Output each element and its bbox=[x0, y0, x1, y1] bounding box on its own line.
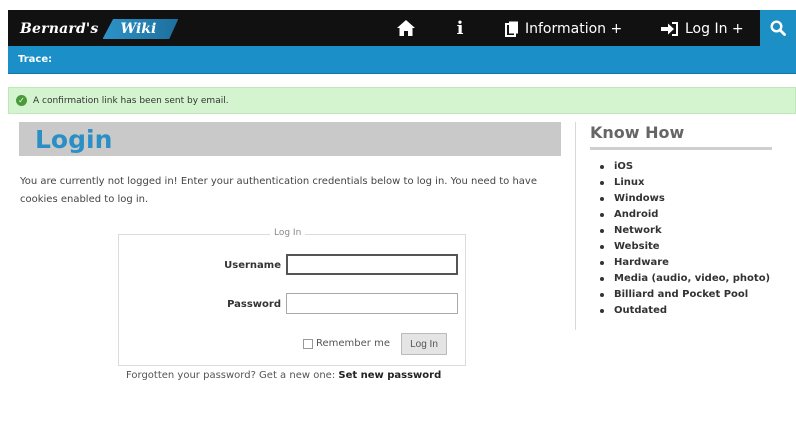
sidebar-item-label: Android bbox=[614, 209, 659, 220]
nav-login-menu[interactable]: Log In + bbox=[661, 18, 744, 40]
sidebar-item-ios[interactable]: iOS bbox=[600, 159, 770, 175]
login-intro-text: You are currently not logged in! Enter y… bbox=[20, 176, 537, 205]
sidebar-item-label: Media (audio, video, photo) bbox=[614, 273, 771, 284]
bullet-icon bbox=[600, 309, 604, 313]
site-logo[interactable]: Bernard's Wiki bbox=[20, 17, 179, 41]
breadcrumb-trace-bar: Trace: bbox=[8, 46, 796, 74]
sidebar-item-linux[interactable]: Linux bbox=[600, 175, 770, 191]
sidebar-item-android[interactable]: Android bbox=[600, 207, 770, 223]
forgot-password-text: Forgotten your password? Get a new one: bbox=[126, 370, 336, 381]
sidebar-item-windows[interactable]: Windows bbox=[600, 191, 770, 207]
sidebar-list: iOS Linux Windows Android Network Websit… bbox=[600, 159, 770, 319]
know-how-sidebar: Know How iOS Linux Windows Android Netwo… bbox=[575, 122, 775, 330]
search-button[interactable] bbox=[760, 10, 796, 46]
info-button[interactable]: i bbox=[453, 17, 467, 39]
bullet-icon bbox=[600, 181, 604, 185]
sidebar-item-website[interactable]: Website bbox=[600, 239, 770, 255]
password-input[interactable] bbox=[286, 293, 458, 314]
nav-login-label: Log In + bbox=[685, 21, 744, 37]
sidebar-item-label: Network bbox=[614, 225, 662, 236]
sidebar-item-network[interactable]: Network bbox=[600, 223, 770, 239]
home-icon bbox=[397, 20, 415, 36]
sidebar-divider bbox=[590, 147, 772, 150]
sidebar-item-label: Website bbox=[614, 241, 660, 252]
sidebar-item-label: iOS bbox=[614, 161, 634, 172]
home-button[interactable] bbox=[396, 19, 416, 37]
login-fieldset-legend: Log In bbox=[270, 228, 306, 238]
forgot-password-line: Forgotten your password? Get a new one: … bbox=[126, 370, 441, 381]
login-submit-button[interactable]: Log In bbox=[401, 333, 447, 355]
bullet-icon bbox=[600, 213, 604, 217]
nav-information-menu[interactable]: Information + bbox=[505, 18, 622, 40]
sidebar-item-hardware[interactable]: Hardware bbox=[600, 255, 770, 271]
page-title-bar: Login bbox=[19, 122, 561, 156]
trace-label: Trace: bbox=[18, 54, 53, 65]
document-icon bbox=[505, 21, 518, 37]
password-label: Password bbox=[227, 299, 281, 310]
sidebar-item-billiard[interactable]: Billiard and Pocket Pool bbox=[600, 287, 770, 303]
bullet-icon bbox=[600, 165, 604, 169]
check-icon: ✓ bbox=[16, 95, 27, 106]
sidebar-item-label: Hardware bbox=[614, 257, 669, 268]
sidebar-item-label: Linux bbox=[614, 177, 645, 188]
sidebar-item-outdated[interactable]: Outdated bbox=[600, 303, 770, 319]
sign-in-icon bbox=[661, 22, 678, 36]
sidebar-item-label: Billiard and Pocket Pool bbox=[614, 289, 749, 300]
username-label: Username bbox=[224, 260, 281, 271]
sidebar-item-label: Outdated bbox=[614, 305, 668, 316]
success-message-text: A confirmation link has been sent by ema… bbox=[33, 95, 229, 106]
set-new-password-link[interactable]: Set new password bbox=[338, 370, 441, 381]
logo-text-wiki: Wiki bbox=[102, 19, 179, 39]
nav-information-label: Information + bbox=[525, 21, 623, 37]
logo-text-bernards: Bernard's bbox=[20, 21, 99, 37]
info-icon: i bbox=[456, 17, 464, 39]
page-title: Login bbox=[35, 125, 113, 154]
bullet-icon bbox=[600, 261, 604, 265]
bullet-icon bbox=[600, 245, 604, 249]
checkbox-box[interactable] bbox=[303, 338, 313, 349]
bullet-icon bbox=[600, 229, 604, 233]
sidebar-title: Know How bbox=[590, 123, 685, 142]
username-input[interactable] bbox=[286, 254, 458, 275]
remember-me-checkbox[interactable]: Remember me bbox=[303, 338, 390, 349]
bullet-icon bbox=[600, 197, 604, 201]
search-icon bbox=[770, 20, 786, 36]
bullet-icon bbox=[600, 293, 604, 297]
sidebar-item-label: Windows bbox=[614, 193, 665, 204]
remember-me-label: Remember me bbox=[316, 338, 390, 349]
success-message: ✓ A confirmation link has been sent by e… bbox=[8, 87, 796, 114]
sidebar-item-media[interactable]: Media (audio, video, photo) bbox=[600, 271, 770, 287]
bullet-icon bbox=[600, 277, 604, 281]
login-fieldset: Log In Username Password Remember me Log… bbox=[118, 228, 466, 366]
top-navbar: Bernard's Wiki i Information + Log In + bbox=[8, 10, 796, 46]
